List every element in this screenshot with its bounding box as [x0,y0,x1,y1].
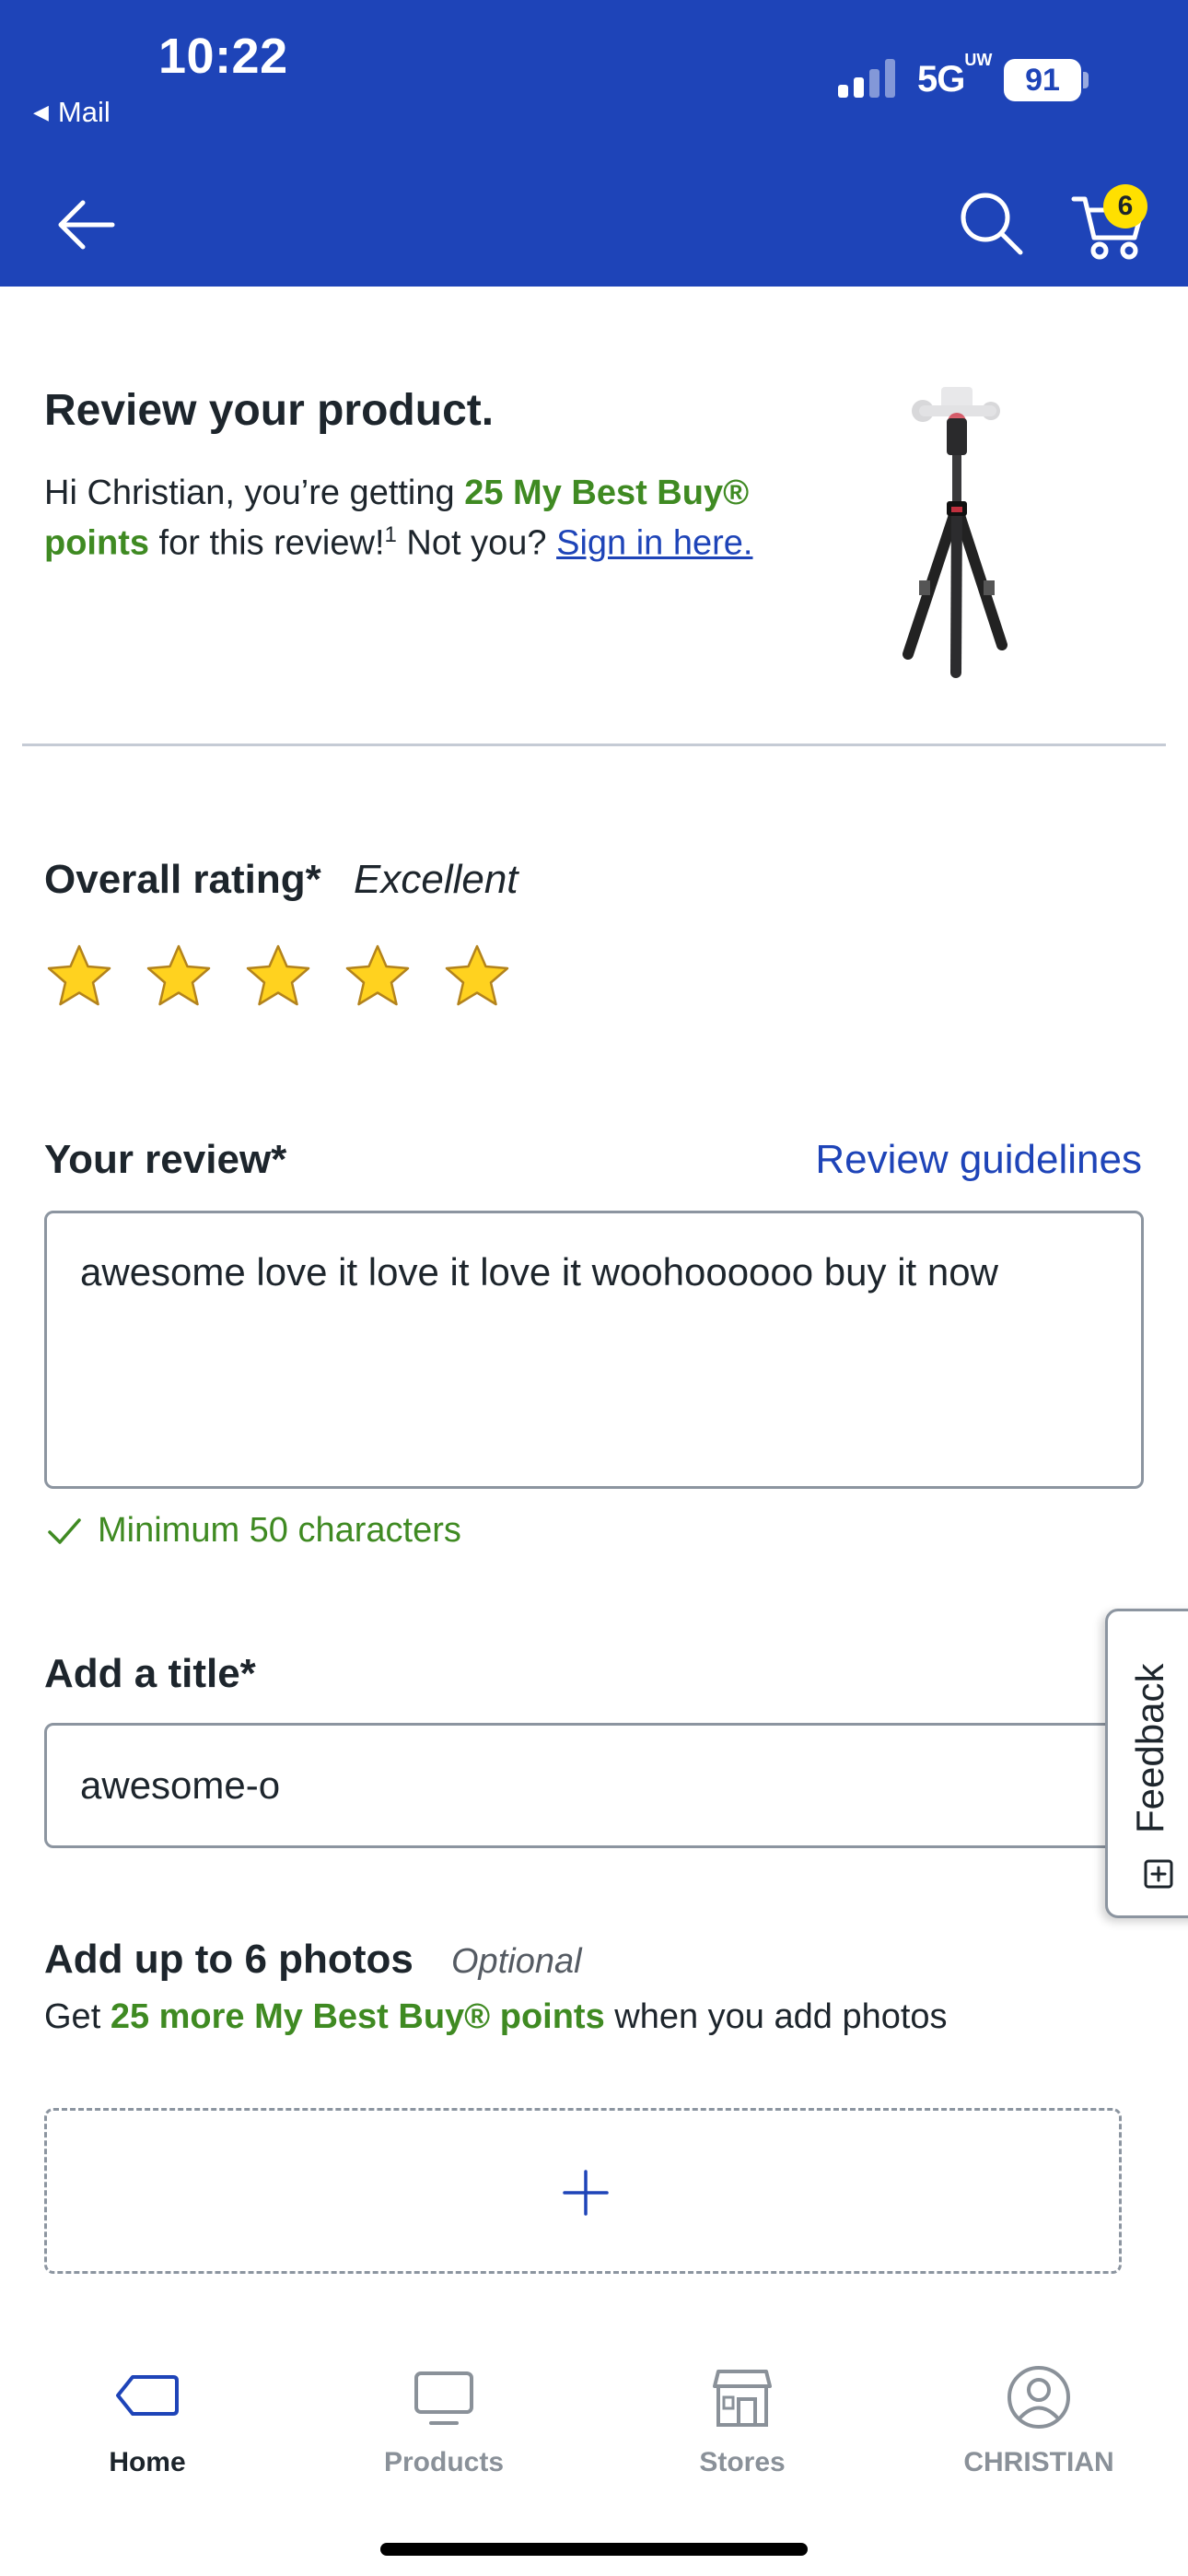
status-time: 10:22 [158,29,288,84]
battery-indicator: 91 [1004,59,1081,101]
cart-count-badge: 6 [1103,184,1147,228]
star-icon[interactable] [343,942,413,1012]
nav-products-label: Products [383,2447,505,2477]
app-header: 10:22 ◀ Mail 5GUW 91 6 [0,0,1188,287]
title-input[interactable]: awesome-o [44,1723,1144,1848]
photos-sub-suffix: when you add photos [604,1997,948,2036]
back-triangle-icon: ◀ [33,100,49,123]
network-type: 5G [917,59,965,100]
footnote-marker: 1 [384,522,397,547]
home-tag-icon [116,2375,179,2416]
back-app-label: Mail [57,96,111,128]
nav-stores-label: Stores [699,2447,786,2477]
photos-optional-tag: Optional [451,1942,582,1981]
nav-home-label: Home [109,2447,186,2477]
photos-points-text: 25 more My Best Buy® points [110,1997,605,2036]
star-icon[interactable] [243,942,313,1012]
feedback-tab[interactable]: Feedback [1105,1609,1188,1918]
star-icon[interactable] [44,942,114,1012]
photos-label: Add up to 6 photos [44,1937,413,1982]
search-icon[interactable] [958,190,1024,256]
home-indicator[interactable] [380,2543,808,2556]
rating-value-text: Excellent [354,857,518,902]
star-icon[interactable] [442,942,512,1012]
back-arrow-icon[interactable] [55,193,118,256]
intro-mid: for this review! [148,523,385,563]
feedback-plus-icon [1144,1859,1173,1889]
validation-text: Minimum 50 characters [98,1511,461,1550]
cellular-signal-icon [838,59,895,98]
rating-label: Overall rating* [44,857,321,902]
star-icon[interactable] [144,942,214,1012]
nav-products[interactable]: Products [324,2362,564,2482]
intro-text: Hi Christian, you’re getting 25 My Best … [44,472,781,565]
checkmark-icon [48,1518,81,1544]
sign-in-link[interactable]: Sign in here. [556,524,752,563]
review-label: Your review* [44,1137,287,1182]
battery-cap [1083,72,1089,88]
feedback-label: Feedback [1128,1663,1171,1834]
nav-stores[interactable]: Stores [623,2362,862,2482]
add-photo-dropzone[interactable] [44,2108,1122,2274]
network-label: 5GUW [917,51,992,100]
product-tripod-image [903,387,1007,678]
intro-prefix: Hi Christian, you’re getting [44,474,465,512]
network-suffix: UW [964,50,993,69]
store-icon [713,2370,772,2427]
add-icon [563,2170,609,2216]
not-you-text: Not you? [396,523,557,563]
nav-account-label: CHRISTIAN [963,2447,1114,2477]
page-title: Review your product. [44,386,495,435]
review-textarea[interactable]: awesome love it love it love it woohoooo… [44,1211,1144,1489]
photos-sub-prefix: Get [44,1997,111,2036]
account-icon [1007,2366,1070,2429]
title-label: Add a title* [44,1651,256,1696]
photos-subtext: Get 25 more My Best Buy® points when you… [44,1997,948,2037]
nav-account[interactable]: CHRISTIAN [919,2362,1159,2482]
back-to-mail-link[interactable]: ◀ Mail [33,96,111,129]
nav-home[interactable]: Home [28,2362,267,2482]
section-divider [22,744,1166,746]
review-guidelines-link[interactable]: Review guidelines [815,1137,1142,1183]
monitor-icon [414,2371,473,2425]
